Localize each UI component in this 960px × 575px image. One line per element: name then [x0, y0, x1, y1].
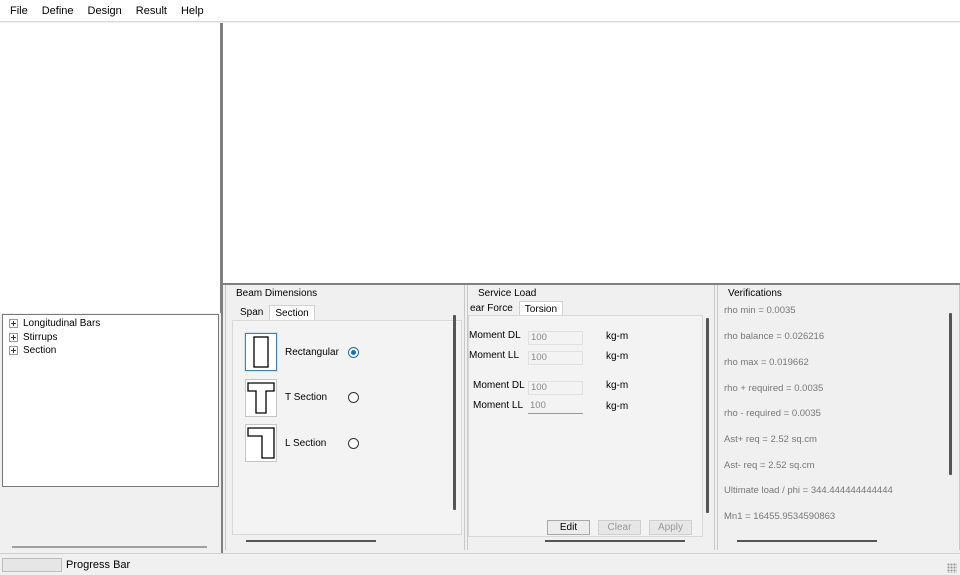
rho-plus-required-value: rho + required = 0.0035 [724, 383, 824, 394]
verifications-vertical-scrollbar[interactable] [949, 313, 952, 475]
moment-ll-field-1[interactable]: 100 [528, 351, 583, 365]
expand-icon[interactable] [9, 346, 18, 356]
menu-file[interactable]: File [3, 0, 35, 22]
left-blank-panel [0, 23, 222, 313]
moment-dl-label: Moment DL [469, 330, 521, 341]
menu-result[interactable]: Result [129, 0, 174, 22]
t-section-shape-button[interactable] [245, 379, 277, 417]
moment-ll-label: Moment LL [473, 400, 524, 411]
tab-span[interactable]: Span [234, 304, 269, 321]
moment-dl-field-1[interactable]: 100 [528, 331, 583, 345]
moment-dl-field-2[interactable]: 100 [528, 381, 583, 395]
left-horizontal-scrollbar[interactable] [12, 546, 207, 548]
service-load-horizontal-scrollbar[interactable] [545, 540, 685, 542]
resize-grip-icon[interactable] [947, 563, 957, 573]
progress-bar-label: Progress Bar [66, 559, 131, 571]
l-section-icon [247, 427, 275, 459]
mn1-value: Mn1 = 16455.9534590863 [724, 511, 836, 522]
rho-balance-value: rho balance = 0.026216 [724, 331, 825, 342]
l-section-shape-button[interactable] [245, 424, 277, 462]
beam-dimensions-title: Beam Dimensions [236, 288, 318, 299]
beam-dimensions-vertical-scrollbar[interactable] [453, 315, 456, 510]
ast-minus-req-value: Ast- req = 2.52 sq.cm [724, 460, 815, 471]
element-tree[interactable]: Longitudinal Bars Stirrups Section [2, 314, 219, 487]
rho-max-value: rho max = 0.019662 [724, 357, 809, 368]
drawing-canvas[interactable] [223, 23, 960, 283]
unit-label: kg-m [606, 351, 629, 362]
unit-label: kg-m [606, 380, 629, 391]
moment-ll-field-2[interactable]: 100 [528, 400, 583, 414]
rectangular-section-icon [253, 336, 269, 368]
t-section-label: T Section [285, 392, 328, 403]
tree-item-longitudinal-bars[interactable]: Longitudinal Bars [3, 317, 218, 331]
section-tab-page: Rectangular T Section L Section [232, 320, 462, 535]
rectangular-shape-button[interactable] [245, 333, 277, 371]
rectangular-radio[interactable] [348, 347, 359, 358]
menu-help[interactable]: Help [174, 0, 211, 22]
expand-icon[interactable] [9, 332, 18, 342]
rho-min-value: rho min = 0.0035 [724, 305, 796, 316]
menu-define[interactable]: Define [35, 0, 81, 22]
apply-button[interactable]: Apply [649, 520, 692, 535]
l-section-label: L Section [285, 438, 327, 449]
t-section-icon [247, 382, 275, 414]
unit-label: kg-m [606, 331, 629, 342]
verifications-horizontal-scrollbar[interactable] [737, 540, 877, 542]
tree-item-stirrups[interactable]: Stirrups [3, 331, 218, 345]
verifications-group: Verifications rho min = 0.0035 rho balan… [717, 285, 960, 550]
tree-item-label: Section [23, 345, 57, 357]
clear-button[interactable]: Clear [598, 520, 641, 535]
menu-bar: File Define Design Result Help [0, 0, 960, 22]
tree-item-section[interactable]: Section [3, 344, 218, 358]
expand-icon[interactable] [9, 319, 18, 329]
t-section-radio[interactable] [348, 392, 359, 403]
ultimate-load-value: Ultimate load / phi = 344.444444444444 [724, 485, 893, 496]
torsion-tab-page: Moment DL 100 kg-m Moment LL 100 kg-m Mo… [468, 315, 703, 537]
beam-dimensions-horizontal-scrollbar[interactable] [246, 540, 376, 542]
service-load-group: Service Load ear Force Torsion Moment DL… [467, 285, 715, 550]
unit-label: kg-m [606, 401, 629, 412]
status-bar: Progress Bar [0, 553, 960, 575]
edit-button[interactable]: Edit [547, 520, 590, 535]
tab-section[interactable]: Section [269, 305, 315, 321]
moment-ll-label: Moment LL [469, 350, 520, 361]
verifications-title: Verifications [728, 288, 782, 299]
beam-dimensions-group: Beam Dimensions Span Section Rectangular… [225, 285, 465, 550]
l-section-radio[interactable] [348, 438, 359, 449]
tree-item-label: Longitudinal Bars [23, 318, 101, 330]
menu-design[interactable]: Design [81, 0, 129, 22]
service-load-vertical-scrollbar[interactable] [706, 318, 709, 513]
service-load-title: Service Load [478, 288, 537, 299]
rho-minus-required-value: rho - required = 0.0035 [724, 408, 821, 419]
rectangular-label: Rectangular [285, 347, 339, 358]
beam-dimensions-tabs: Span Section [234, 304, 315, 321]
tree-item-label: Stirrups [23, 331, 58, 343]
moment-dl-label: Moment DL [473, 380, 525, 391]
ast-plus-req-value: Ast+ req = 2.52 sq.cm [724, 434, 817, 445]
progress-bar [2, 558, 62, 572]
